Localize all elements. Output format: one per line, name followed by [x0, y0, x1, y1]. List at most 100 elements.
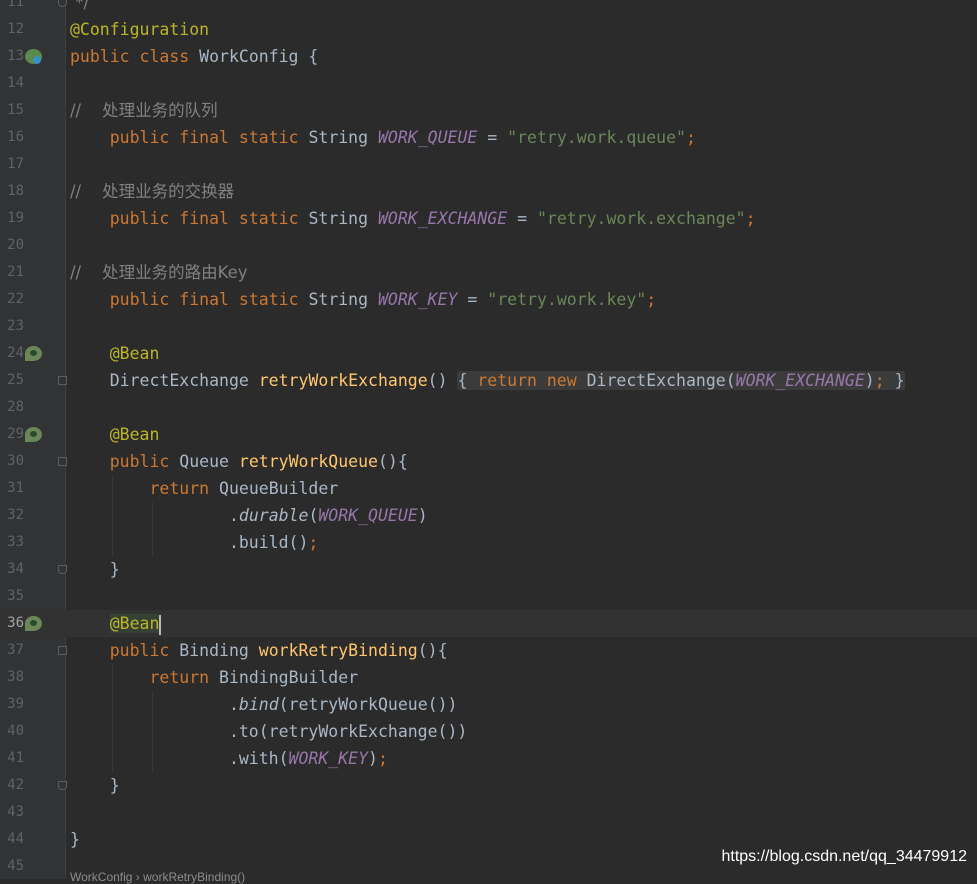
code-line[interactable]: 28: [0, 394, 977, 421]
code-line[interactable]: 34 }: [0, 556, 977, 583]
line-number[interactable]: 33: [0, 529, 24, 556]
line-number[interactable]: 12: [0, 16, 24, 43]
indent-guide: [152, 502, 153, 556]
code-line[interactable]: 21 // 处理业务的路由Key: [0, 259, 977, 286]
code-line[interactable]: 24 @Bean: [0, 340, 977, 367]
line-number[interactable]: 18: [0, 178, 24, 205]
spring-bean-icon[interactable]: [25, 427, 42, 442]
spring-bean-icon[interactable]: [25, 616, 42, 631]
code-line[interactable]: 35: [0, 583, 977, 610]
code-text: public Queue retryWorkQueue(){: [109, 452, 408, 471]
code-line[interactable]: 29 @Bean: [0, 421, 977, 448]
line-number[interactable]: 17: [0, 151, 24, 178]
line-number[interactable]: 37: [0, 637, 24, 664]
code-line[interactable]: 22 public final static String WORK_KEY =…: [0, 286, 977, 313]
code-line[interactable]: 41 .with(WORK_KEY);: [0, 745, 977, 772]
code-text: return QueueBuilder: [149, 479, 339, 498]
fold-collapse-marker[interactable]: [58, 646, 67, 655]
line-number[interactable]: 15: [0, 97, 24, 124]
text-caret: [159, 614, 162, 635]
line-number[interactable]: 39: [0, 691, 24, 718]
line-number[interactable]: 44: [0, 826, 24, 853]
code-line[interactable]: 20: [0, 232, 977, 259]
code-line[interactable]: 43: [0, 799, 977, 826]
code-line[interactable]: 15 // 处理业务的队列: [0, 97, 977, 124]
line-number[interactable]: 30: [0, 448, 24, 475]
code-text: }: [70, 830, 80, 849]
line-number[interactable]: 31: [0, 475, 24, 502]
line-number[interactable]: 28: [0, 394, 24, 421]
fold-end-marker[interactable]: [58, 781, 67, 790]
line-number[interactable]: 16: [0, 124, 24, 151]
line-number[interactable]: 40: [0, 718, 24, 745]
code-line[interactable]: 25 DirectExchange retryWorkExchange() { …: [0, 367, 977, 394]
line-number[interactable]: 38: [0, 664, 24, 691]
line-number[interactable]: 14: [0, 70, 24, 97]
code-line[interactable]: 11 */: [0, 0, 977, 16]
indent-guide: [112, 475, 113, 556]
code-line[interactable]: 19 public final static String WORK_EXCHA…: [0, 205, 977, 232]
code-line[interactable]: 33 .build();: [0, 529, 977, 556]
code-text: public class WorkConfig {: [70, 47, 319, 66]
line-number[interactable]: 35: [0, 583, 24, 610]
code-comment: // 处理业务的路由Key: [70, 263, 248, 282]
code-text: */: [70, 0, 90, 12]
code-line[interactable]: 12 @Configuration: [0, 16, 977, 43]
code-line-current[interactable]: 36 @Bean: [0, 610, 977, 637]
line-number[interactable]: 19: [0, 205, 24, 232]
line-number[interactable]: 23: [0, 313, 24, 340]
fold-expand-marker[interactable]: [58, 376, 67, 385]
code-line[interactable]: 40 .to(retryWorkExchange()): [0, 718, 977, 745]
code-text: public final static String WORK_KEY = "r…: [109, 290, 657, 309]
indent-guide: [152, 691, 153, 772]
line-number[interactable]: 21: [0, 259, 24, 286]
line-number[interactable]: 13: [0, 43, 24, 70]
code-text: .to(retryWorkExchange()): [70, 722, 468, 741]
line-number[interactable]: 11: [0, 0, 24, 16]
line-number[interactable]: 22: [0, 286, 24, 313]
line-number[interactable]: 29: [0, 421, 24, 448]
code-text: @Configuration: [70, 20, 210, 39]
code-line[interactable]: 30 public Queue retryWorkQueue(){: [0, 448, 977, 475]
line-number[interactable]: 34: [0, 556, 24, 583]
line-number[interactable]: 24: [0, 340, 24, 367]
line-number[interactable]: 42: [0, 772, 24, 799]
line-number[interactable]: 25: [0, 367, 24, 394]
code-editor[interactable]: 11 */ 12 @Configuration 13 public class …: [0, 0, 977, 874]
code-line[interactable]: 16 public final static String WORK_QUEUE…: [0, 124, 977, 151]
code-text: .build();: [70, 533, 319, 552]
code-text: @Bean: [109, 614, 162, 635]
code-line[interactable]: 14: [0, 70, 977, 97]
code-line[interactable]: 17: [0, 151, 977, 178]
indent-guide: [112, 664, 113, 772]
code-line[interactable]: 38 return BindingBuilder: [0, 664, 977, 691]
code-text: .bind(retryWorkQueue()): [70, 695, 458, 714]
line-number[interactable]: 43: [0, 799, 24, 826]
watermark: https://blog.csdn.net/qq_34479912: [721, 848, 967, 865]
code-line[interactable]: 31 return QueueBuilder: [0, 475, 977, 502]
code-text: @Bean: [70, 425, 160, 444]
line-number[interactable]: 41: [0, 745, 24, 772]
line-number[interactable]: 20: [0, 232, 24, 259]
code-line[interactable]: 18 // 处理业务的交换器: [0, 178, 977, 205]
code-line[interactable]: 37 public Binding workRetryBinding(){: [0, 637, 977, 664]
fold-end-marker[interactable]: [58, 0, 67, 7]
line-number[interactable]: 32: [0, 502, 24, 529]
code-line[interactable]: 13 public class WorkConfig {: [0, 43, 977, 70]
fold-end-marker[interactable]: [58, 565, 67, 574]
code-text: DirectExchange retryWorkExchange() { ret…: [70, 371, 905, 390]
code-line[interactable]: 39 .bind(retryWorkQueue()): [0, 691, 977, 718]
code-text: @Bean: [70, 344, 160, 363]
spring-bean-class-icon[interactable]: [25, 49, 42, 64]
code-text: return BindingBuilder: [149, 668, 359, 687]
code-line[interactable]: 42 }: [0, 772, 977, 799]
line-number[interactable]: 36: [0, 610, 24, 637]
code-line[interactable]: 32 .durable(WORK_QUEUE): [0, 502, 977, 529]
code-line[interactable]: 23: [0, 313, 977, 340]
spring-bean-icon[interactable]: [25, 346, 42, 361]
code-text: }: [70, 560, 120, 579]
line-number[interactable]: 45: [0, 853, 24, 880]
breadcrumb[interactable]: WorkConfig › workRetryBinding(): [70, 870, 245, 884]
code-text: public final static String WORK_QUEUE = …: [109, 128, 696, 147]
fold-collapse-marker[interactable]: [58, 457, 67, 466]
